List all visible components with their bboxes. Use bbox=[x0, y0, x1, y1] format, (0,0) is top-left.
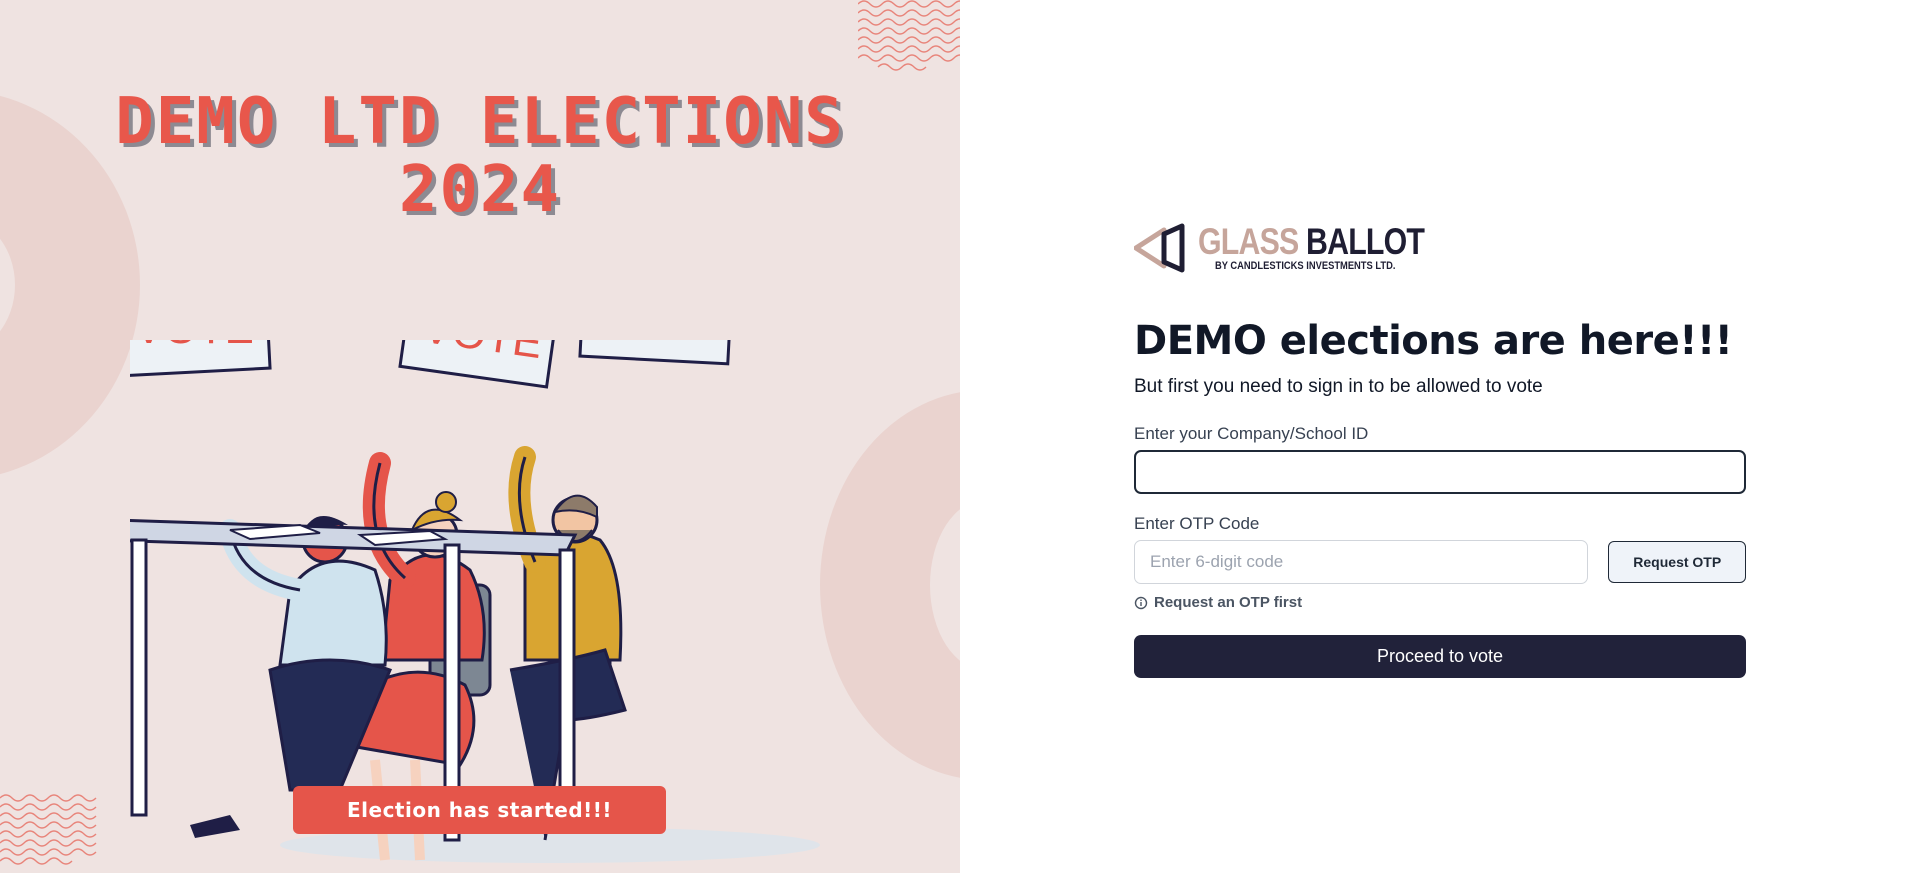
otp-input[interactable] bbox=[1134, 540, 1589, 584]
vote-sign-right: VOTE bbox=[578, 340, 734, 366]
brand-name: GLASS BALLOT bbox=[1198, 221, 1425, 262]
election-status-banner: Election has started!!! bbox=[293, 786, 666, 834]
page-subtitle: But first you need to sign in to be allo… bbox=[1134, 376, 1543, 397]
otp-label: Enter OTP Code bbox=[1134, 514, 1260, 533]
event-title-line1: DEMO LTD ELECTIONS bbox=[115, 85, 845, 159]
brand-name-part2: BALLOT bbox=[1306, 221, 1425, 262]
otp-row: Request OTP bbox=[1134, 540, 1746, 584]
request-otp-button[interactable]: Request OTP bbox=[1608, 541, 1746, 583]
vote-sign-center: VOTE bbox=[398, 340, 560, 389]
otp-hint-text: Request an OTP first bbox=[1154, 594, 1303, 611]
brand-wordmark: GLASS BALLOT BY CANDLESTICKS INVESTMENTS… bbox=[1198, 221, 1474, 273]
company-id-input[interactable] bbox=[1134, 450, 1746, 494]
decorative-ring-right bbox=[820, 390, 960, 780]
info-circle-icon bbox=[1134, 596, 1148, 609]
vote-sign-left: VOTE bbox=[130, 340, 272, 378]
proceed-to-vote-button[interactable]: Proceed to vote bbox=[1134, 635, 1746, 678]
brand-name-part1: GLASS bbox=[1198, 221, 1299, 262]
wave-pattern-bottom bbox=[0, 794, 97, 865]
page-title: DEMO elections are here!!! bbox=[1134, 318, 1733, 364]
company-id-label: Enter your Company/School ID bbox=[1134, 424, 1369, 443]
glass-ballot-logo-icon bbox=[1134, 223, 1185, 273]
otp-hint: Request an OTP first bbox=[1134, 594, 1746, 611]
wave-pattern-top bbox=[858, 0, 960, 71]
sign-in-panel: GLASS BALLOT BY CANDLESTICKS INVESTMENTS… bbox=[960, 0, 1920, 873]
election-hero-panel: DEMO LTD ELECTIONS 2024 Election has sta… bbox=[0, 0, 960, 873]
event-title: DEMO LTD ELECTIONS 2024 bbox=[60, 88, 900, 224]
event-title-line2: 2024 bbox=[398, 153, 562, 227]
sign-in-form: GLASS BALLOT BY CANDLESTICKS INVESTMENTS… bbox=[1134, 220, 1746, 678]
brand-tagline: BY CANDLESTICKS INVESTMENTS LTD. bbox=[1215, 260, 1396, 272]
svg-text:VOTE: VOTE bbox=[134, 340, 254, 353]
brand-logo: GLASS BALLOT BY CANDLESTICKS INVESTMENTS… bbox=[1134, 220, 1746, 280]
svg-text:VOTE: VOTE bbox=[596, 340, 716, 342]
